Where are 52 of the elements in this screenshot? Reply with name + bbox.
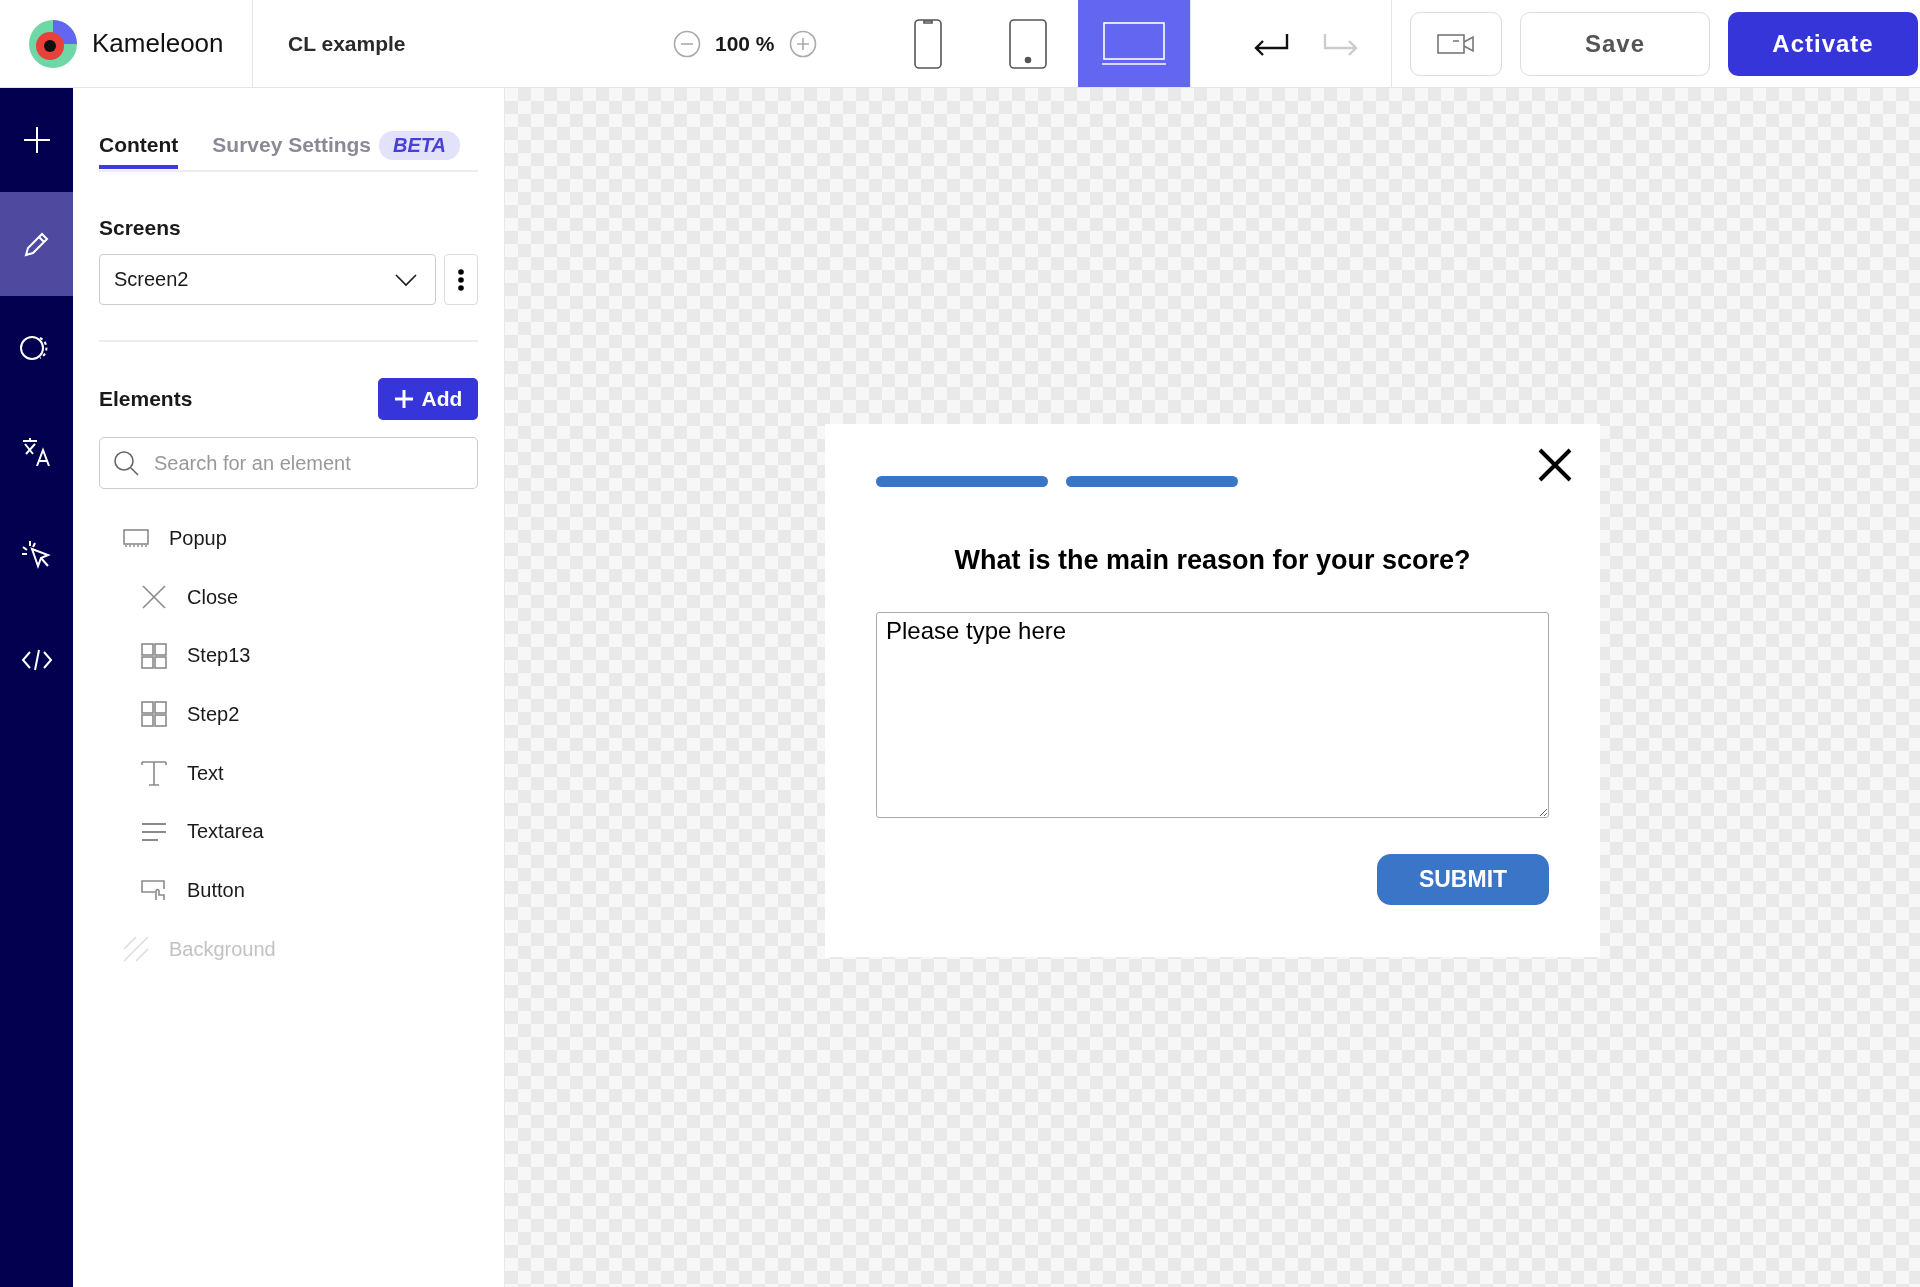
- phone-icon: [914, 18, 942, 69]
- zoom-level: 100 %: [715, 31, 775, 56]
- camera-icon: [1437, 31, 1475, 56]
- activate-button[interactable]: Activate: [1728, 11, 1918, 76]
- kebab-icon: [458, 268, 464, 291]
- element-list-item[interactable]: Textarea: [99, 802, 478, 862]
- close-icon: [141, 584, 167, 611]
- beta-badge: BETA: [379, 130, 461, 160]
- tab[interactable]: Content: [99, 133, 179, 169]
- search-field[interactable]: Search for an element: [99, 437, 478, 489]
- element-list-item[interactable]: Step2: [99, 685, 478, 744]
- plus-icon: [788, 29, 817, 58]
- section-heading: Screens: [99, 216, 182, 240]
- element-list-item[interactable]: Popup: [99, 509, 478, 568]
- lines-icon: [141, 821, 167, 842]
- window-icon: [123, 529, 149, 548]
- button-pointer-icon: [141, 879, 167, 902]
- element-list-item[interactable]: Step13: [99, 626, 478, 686]
- hatch-icon: [123, 936, 149, 963]
- submit-button[interactable]: SUBMIT: [1377, 854, 1549, 905]
- add-icon: [21, 125, 52, 155]
- add-button[interactable]: Add: [378, 378, 478, 420]
- element-list-item[interactable]: Close: [99, 567, 478, 627]
- answer-box[interactable]: Please type here: [876, 612, 1549, 818]
- question-text: What is the main reason for your score?: [953, 545, 1472, 576]
- close-icon: [1538, 448, 1572, 482]
- more-button[interactable]: [444, 254, 478, 305]
- element-list-item[interactable]: Button: [99, 861, 478, 920]
- zoom-in-button[interactable]: [788, 29, 817, 58]
- section-heading: Elements: [99, 387, 193, 411]
- tablet-icon: [1009, 18, 1047, 69]
- tab[interactable]: Survey Settings BETA: [212, 130, 461, 172]
- project-title: CL example: [287, 30, 407, 57]
- save-button[interactable]: Save: [1520, 11, 1710, 76]
- brand-name: Kameleoon: [92, 28, 224, 59]
- laptop-icon: [1102, 21, 1166, 66]
- text-icon: [141, 760, 167, 787]
- logo-icon: [28, 18, 78, 69]
- grid-icon: [141, 642, 167, 669]
- device-button[interactable]: [1078, 0, 1190, 87]
- search-icon: [113, 450, 139, 476]
- translate-icon: [20, 436, 53, 468]
- plus-icon: [393, 389, 414, 409]
- chevron-down-icon: [395, 272, 417, 287]
- element-list-item[interactable]: Text: [99, 743, 478, 803]
- minus-icon: [673, 29, 701, 58]
- zoom-out-button[interactable]: [673, 29, 701, 58]
- video-button[interactable]: [1410, 11, 1502, 76]
- code-icon: [20, 649, 53, 671]
- screen-select[interactable]: Screen2: [99, 254, 436, 305]
- close-button[interactable]: [1538, 448, 1572, 482]
- grid-icon: [141, 701, 167, 728]
